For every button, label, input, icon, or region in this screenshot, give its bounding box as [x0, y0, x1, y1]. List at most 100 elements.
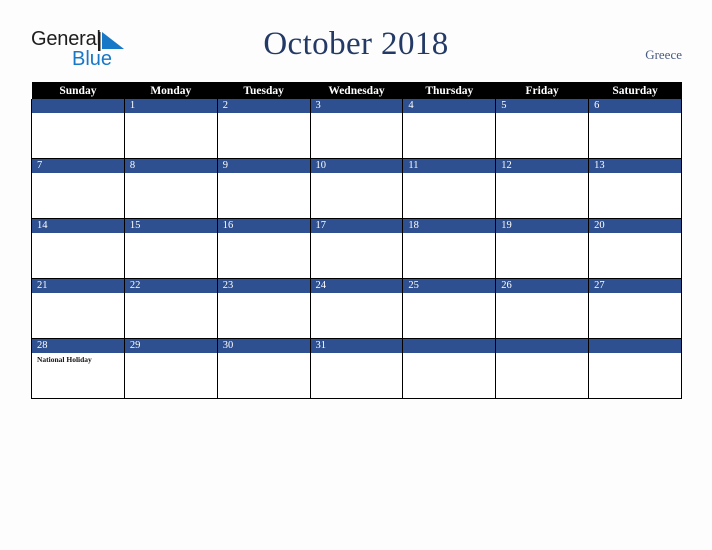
calendar-day-cell[interactable]: 9	[216, 158, 311, 219]
calendar-day-cell[interactable]: 17	[309, 218, 404, 279]
day-events	[218, 353, 310, 398]
weekday-header-tuesday: Tuesday	[217, 82, 311, 99]
day-number: 14	[32, 219, 124, 233]
day-number: 22	[124, 279, 217, 293]
calendar-day-cell[interactable]: 13	[588, 158, 682, 219]
day-number: 1	[124, 99, 217, 113]
calendar-body: 1 2 3 4 5 6 7 8 9 10 11 12 13 14 15 16 17 18 19 20 21 22 23 24 2…	[31, 99, 682, 399]
weekday-header-saturday: Saturday	[588, 82, 682, 99]
day-events	[496, 173, 588, 218]
weekday-header-wednesday: Wednesday	[310, 82, 403, 99]
calendar-day-cell[interactable]: 8	[123, 158, 218, 219]
day-number: 20	[589, 219, 681, 233]
day-number: 24	[310, 279, 403, 293]
weekday-header-monday: Monday	[124, 82, 218, 99]
calendar-day-cell[interactable]: 29	[123, 338, 218, 399]
day-events	[403, 233, 495, 278]
calendar-day-cell[interactable]	[31, 99, 125, 159]
calendar-day-cell[interactable]: 12	[495, 158, 590, 219]
day-events	[403, 293, 495, 338]
day-number: 26	[496, 279, 589, 293]
calendar-day-cell[interactable]: 5	[495, 99, 590, 159]
weekday-header-thursday: Thursday	[402, 82, 496, 99]
day-events	[311, 113, 403, 158]
day-number: 2	[217, 99, 310, 113]
day-events	[125, 353, 217, 398]
day-number: 23	[217, 279, 310, 293]
day-events	[589, 353, 681, 398]
day-number: 7	[32, 159, 124, 173]
calendar-day-cell[interactable]: 27	[588, 278, 682, 339]
day-events	[403, 113, 495, 158]
day-events	[125, 173, 217, 218]
day-events	[218, 233, 310, 278]
calendar-day-cell[interactable]: 14	[31, 218, 125, 279]
calendar-week-row: 14 15 16 17 18 19 20	[31, 218, 682, 279]
day-events: National Holiday	[32, 353, 124, 398]
calendar-day-cell[interactable]	[495, 338, 590, 399]
calendar-day-cell[interactable]: 16	[216, 218, 311, 279]
calendar-day-cell[interactable]: 23	[216, 278, 311, 339]
page-title: October 2018	[263, 26, 449, 62]
day-events	[311, 233, 403, 278]
day-events	[218, 113, 310, 158]
calendar-day-cell[interactable]: 6	[588, 99, 682, 159]
calendar-day-cell[interactable]: 30	[216, 338, 311, 399]
calendar-day-cell[interactable]: 10	[309, 158, 404, 219]
day-events	[403, 173, 495, 218]
day-events	[589, 173, 681, 218]
day-number: 29	[124, 339, 217, 353]
day-events	[311, 353, 403, 398]
calendar-week-row: 123456	[31, 99, 682, 159]
calendar-day-cell[interactable]: 19	[495, 218, 590, 279]
calendar-day-cell[interactable]: 3	[309, 99, 404, 159]
day-events	[125, 113, 217, 158]
weekday-header-friday: Friday	[495, 82, 589, 99]
day-events	[311, 173, 403, 218]
calendar-header-row: Sunday Monday Tuesday Wednesday Thursday…	[31, 82, 682, 99]
day-number: 15	[124, 219, 217, 233]
day-number: 25	[403, 279, 496, 293]
day-events	[589, 113, 681, 158]
calendar-grid: Sunday Monday Tuesday Wednesday Thursday…	[31, 82, 682, 399]
calendar-day-cell[interactable]: 4	[402, 99, 497, 159]
calendar-day-cell[interactable]: 26	[495, 278, 590, 339]
calendar-day-cell[interactable]: 31	[309, 338, 404, 399]
day-events	[218, 293, 310, 338]
day-number: 30	[217, 339, 310, 353]
calendar-day-cell[interactable]: 15	[123, 218, 218, 279]
calendar-day-cell[interactable]: 28 National Holiday	[31, 338, 125, 399]
day-number: 28	[32, 339, 124, 353]
calendar-day-cell[interactable]: 1	[123, 99, 218, 159]
calendar-day-cell[interactable]: 25	[402, 278, 497, 339]
day-number: 13	[589, 159, 681, 173]
day-events	[589, 233, 681, 278]
calendar-day-cell[interactable]: 2	[216, 99, 311, 159]
calendar-day-cell[interactable]: 18	[402, 218, 497, 279]
day-number: 4	[403, 99, 496, 113]
day-number: 19	[496, 219, 589, 233]
day-number: 8	[124, 159, 217, 173]
calendar-day-cell[interactable]	[588, 338, 682, 399]
calendar-day-cell[interactable]: 11	[402, 158, 497, 219]
calendar-day-cell[interactable]: 24	[309, 278, 404, 339]
day-events	[403, 353, 495, 398]
day-events	[32, 113, 124, 158]
day-number: 11	[403, 159, 496, 173]
calendar-day-cell[interactable]: 21	[31, 278, 125, 339]
calendar-day-cell[interactable]: 20	[588, 218, 682, 279]
calendar-day-cell[interactable]: 22	[123, 278, 218, 339]
calendar-week-row: 28 National Holiday 29 30 31	[31, 338, 682, 399]
calendar-day-cell[interactable]	[402, 338, 497, 399]
day-events	[125, 233, 217, 278]
day-number	[403, 339, 496, 353]
day-events	[32, 173, 124, 218]
day-number: 16	[217, 219, 310, 233]
day-number: 31	[310, 339, 403, 353]
day-number: 6	[589, 99, 681, 113]
day-number: 17	[310, 219, 403, 233]
day-events	[496, 113, 588, 158]
calendar-day-cell[interactable]: 7	[31, 158, 125, 219]
day-events	[589, 293, 681, 338]
calendar-week-row: 7 8 9 10 11 12 13	[31, 158, 682, 219]
